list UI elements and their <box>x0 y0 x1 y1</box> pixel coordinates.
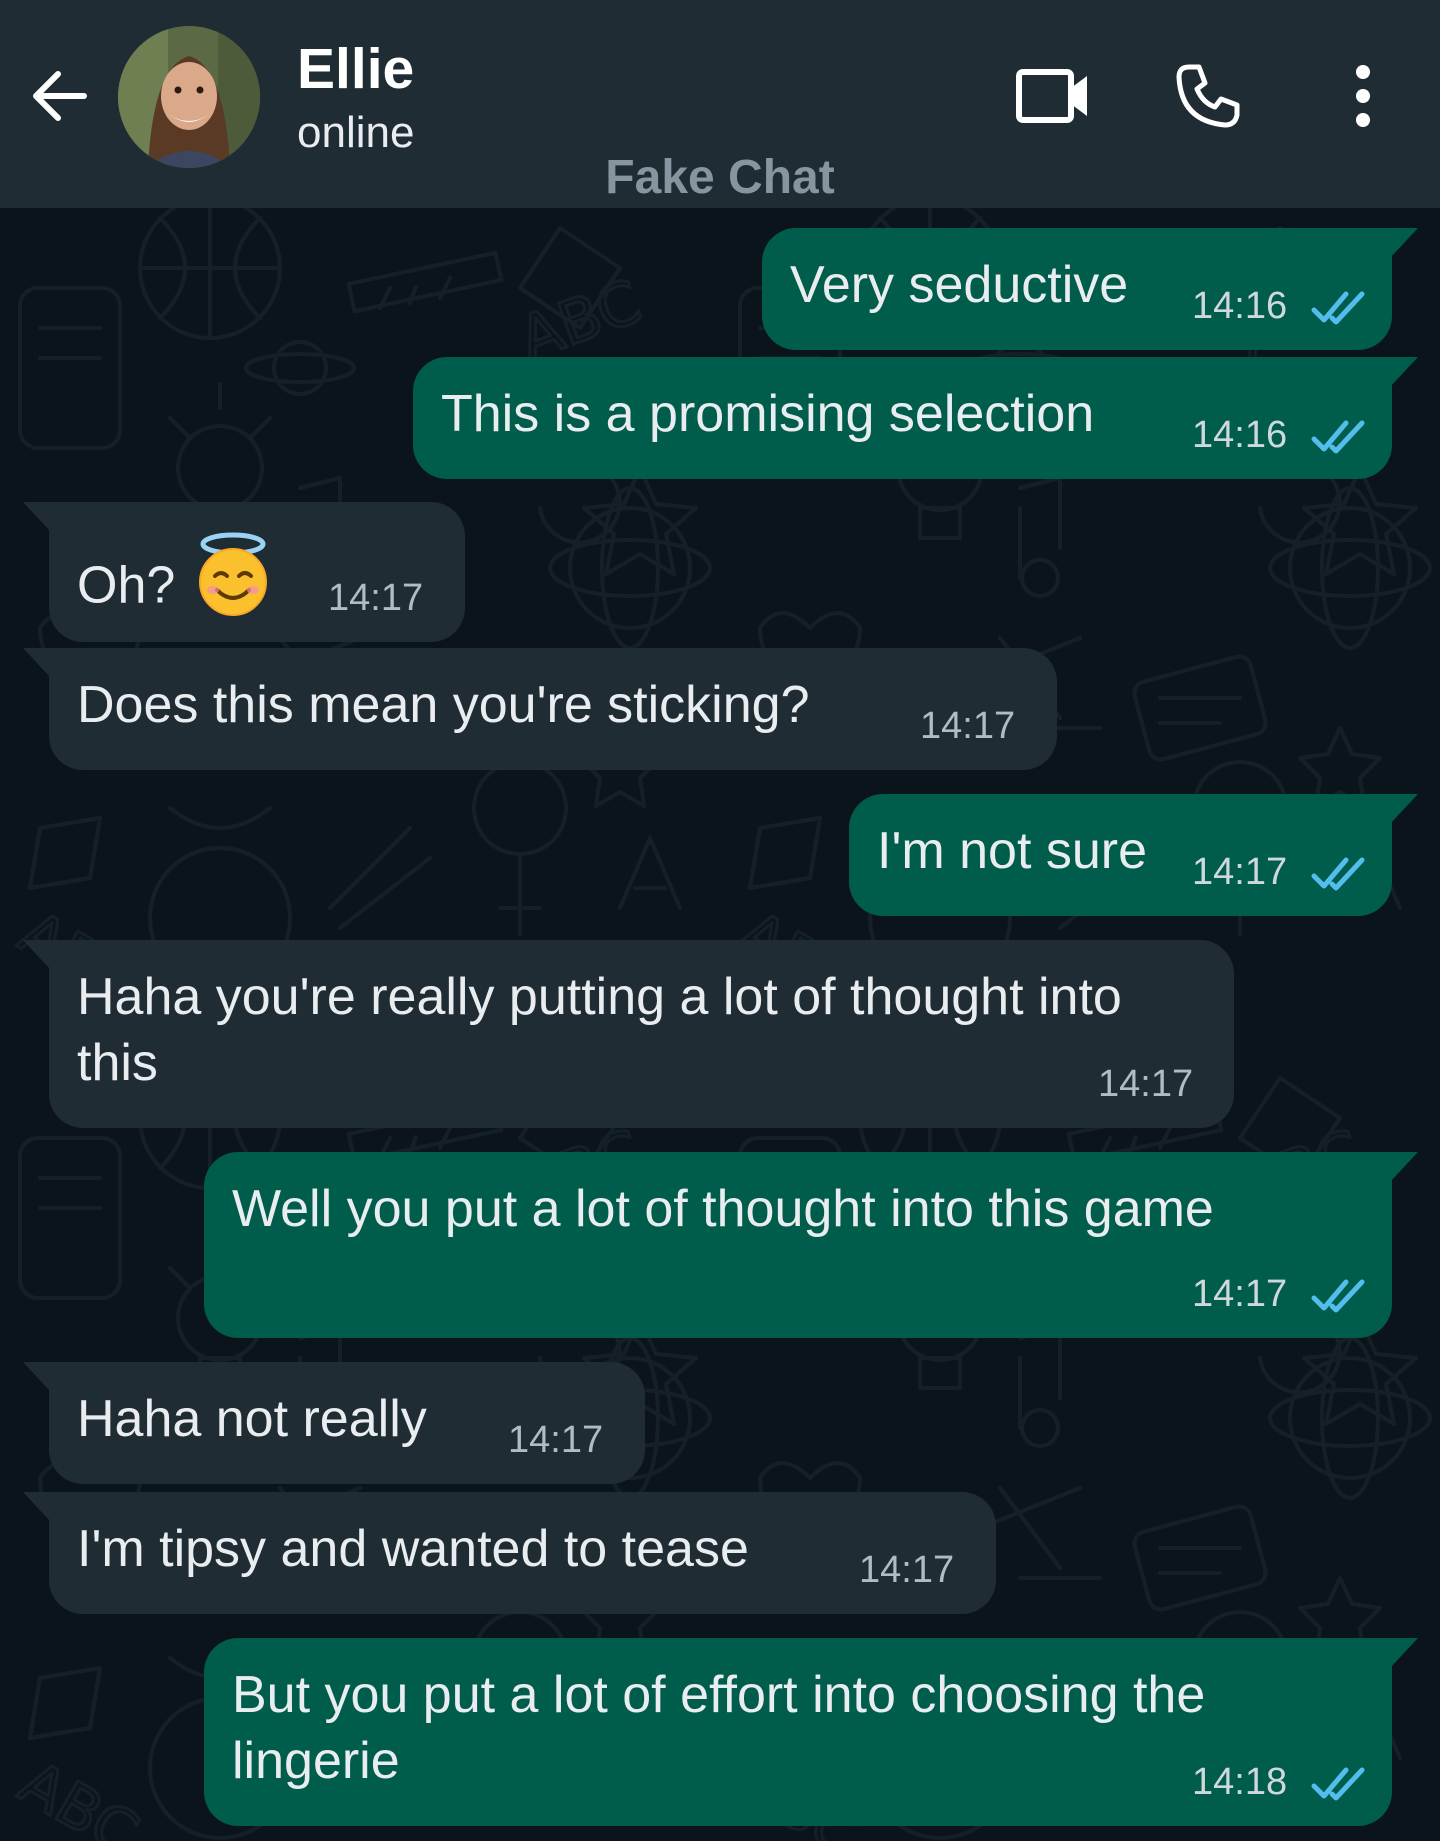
message-time: 14:17 <box>920 705 1016 747</box>
message-text: Well you put a lot of thought into this … <box>232 1180 1214 1238</box>
message-bubble-outgoing[interactable]: But you put a lot of effort into choosin… <box>204 1638 1418 1826</box>
message-bubble-incoming[interactable]: Haha you're really putting a lot of thou… <box>23 940 1234 1128</box>
message-time: 14:16 <box>1192 414 1288 456</box>
message-time: 14:17 <box>1192 1273 1288 1315</box>
message-time: 14:17 <box>1192 851 1288 893</box>
message-text: Oh? <box>77 532 273 640</box>
contact-status: online <box>297 108 415 157</box>
contact-name[interactable]: Ellie <box>297 36 414 102</box>
message-text-line2: this <box>77 1034 158 1092</box>
read-receipt-icon <box>1311 857 1365 891</box>
video-call-button[interactable] <box>1008 56 1098 136</box>
message-text: Haha not really <box>77 1390 427 1448</box>
message-bubble-outgoing[interactable]: Well you put a lot of thought into this … <box>204 1152 1418 1338</box>
smiling-face-with-halo-icon <box>193 532 273 634</box>
more-options-button[interactable] <box>1318 56 1408 136</box>
back-arrow-icon <box>33 71 87 121</box>
message-text: I'm not sure <box>877 822 1148 880</box>
message-bubble-outgoing[interactable]: I'm not sure 14:17 <box>849 794 1418 916</box>
message-bubble-incoming[interactable]: Does this mean you're sticking? 14:17 <box>23 648 1057 770</box>
chat-screen: ABC <box>0 0 1440 1841</box>
back-button[interactable] <box>24 60 96 132</box>
message-text: I'm tipsy and wanted to tease <box>77 1520 749 1578</box>
read-receipt-icon <box>1311 1767 1365 1801</box>
message-bubble-incoming[interactable]: I'm tipsy and wanted to tease 14:17 <box>23 1492 996 1614</box>
chat-header: Ellie online <box>0 0 1440 208</box>
read-receipt-icon <box>1311 420 1365 454</box>
read-receipt-icon <box>1311 291 1365 325</box>
message-time: 14:17 <box>1098 1063 1194 1105</box>
message-bubble-incoming[interactable]: Oh? 14:17 <box>23 502 465 642</box>
voice-call-button[interactable] <box>1163 56 1253 136</box>
message-bubble-outgoing[interactable]: Very seductive 14:16 <box>762 228 1418 350</box>
message-text-line1: But you put a lot of effort into choosin… <box>232 1666 1206 1724</box>
message-bubble-incoming[interactable]: Haha not really 14:17 <box>23 1362 645 1484</box>
message-text: This is a promising selection <box>441 385 1095 443</box>
message-text: Very seductive <box>790 256 1129 314</box>
message-time: 14:17 <box>328 577 424 619</box>
message-text-line2: lingerie <box>232 1732 400 1790</box>
avatar[interactable] <box>118 26 260 168</box>
message-time: 14:17 <box>508 1419 604 1461</box>
voice-call-icon <box>1176 64 1240 128</box>
message-time: 14:18 <box>1192 1761 1288 1803</box>
message-text-line1: Haha you're really putting a lot of thou… <box>77 968 1122 1026</box>
message-text: Does this mean you're sticking? <box>77 676 810 734</box>
message-time: 14:16 <box>1192 285 1288 327</box>
message-text-body: Oh? <box>77 556 176 615</box>
more-options-icon <box>1356 65 1370 127</box>
message-time: 14:17 <box>859 1549 955 1591</box>
video-call-icon <box>1016 69 1087 123</box>
message-bubble-outgoing[interactable]: This is a promising selection 14:16 <box>413 357 1418 479</box>
avatar-photo <box>118 26 260 168</box>
read-receipt-icon <box>1311 1279 1365 1313</box>
